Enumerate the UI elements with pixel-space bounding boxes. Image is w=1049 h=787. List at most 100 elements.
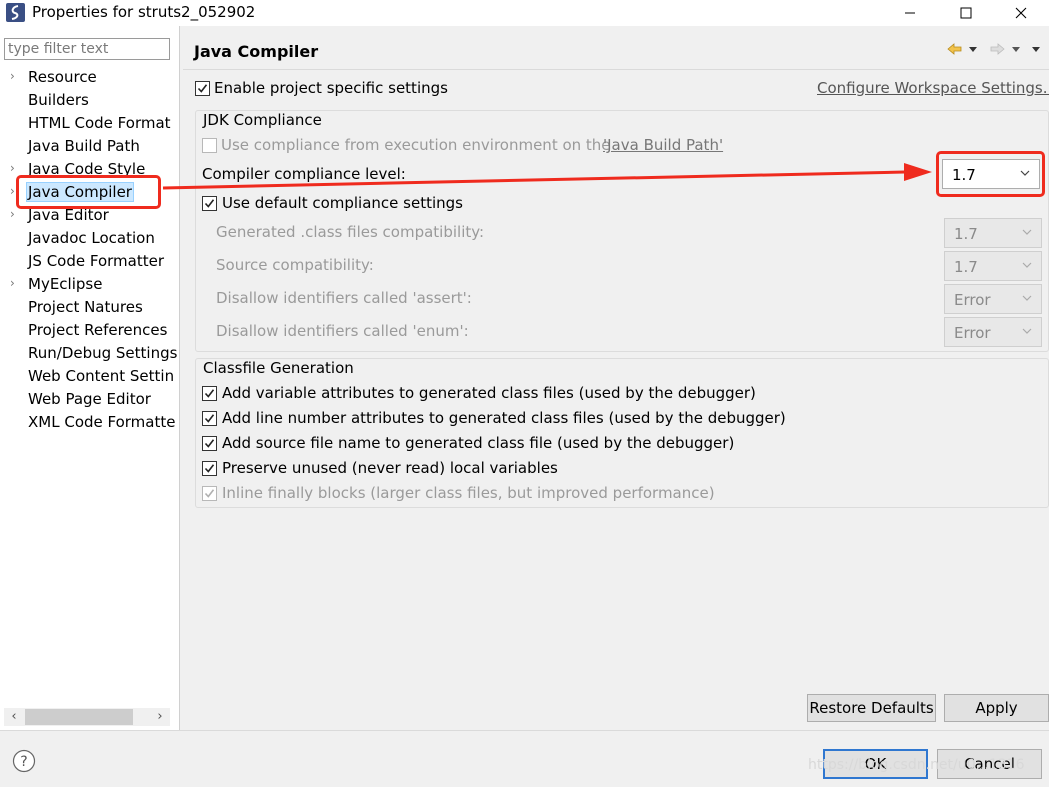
classfile-option-label: Add line number attributes to generated … bbox=[222, 409, 786, 427]
sidebar-item-label: Builders bbox=[28, 91, 89, 109]
sidebar-item[interactable]: Project References bbox=[0, 319, 179, 342]
classfile-option-label: Add source file name to generated class … bbox=[222, 434, 735, 452]
maximize-button[interactable] bbox=[938, 0, 994, 26]
page-title: Java Compiler bbox=[194, 42, 319, 61]
checkmark-icon bbox=[197, 84, 208, 93]
sidebar-item-label: MyEclipse bbox=[28, 275, 103, 293]
watermark: https://blog.csdn.net/u0...1316 bbox=[808, 757, 1025, 773]
sidebar-item[interactable]: Run/Debug Settings bbox=[0, 342, 179, 365]
sidebar-item[interactable]: JS Code Formatter bbox=[0, 250, 179, 273]
minimize-button[interactable] bbox=[882, 0, 938, 26]
checkmark-icon bbox=[204, 199, 215, 208]
sidebar-item-label: Java Build Path bbox=[28, 137, 140, 155]
chevron-right-icon[interactable]: › bbox=[10, 184, 15, 198]
sidebar-item-label: Run/Debug Settings bbox=[28, 344, 178, 362]
chevron-down-icon bbox=[1022, 229, 1032, 235]
eclipse-app-icon bbox=[6, 3, 25, 22]
footer-separator bbox=[0, 730, 1049, 731]
view-menu-chevron-down-icon[interactable] bbox=[1032, 47, 1040, 52]
close-button[interactable] bbox=[993, 0, 1049, 26]
generated-class-compat-select[interactable]: 1.7 bbox=[944, 218, 1042, 248]
sidebar-item[interactable]: Project Natures bbox=[0, 296, 179, 319]
sidebar-item[interactable]: Javadoc Location bbox=[0, 227, 179, 250]
annotation-highlight-nav-item bbox=[16, 175, 161, 209]
source-compat-select[interactable]: 1.7 bbox=[944, 251, 1042, 281]
back-arrow-icon[interactable] bbox=[947, 43, 962, 55]
classfile-generation-group-label: Classfile Generation bbox=[203, 359, 354, 377]
sidebar-item-label: Project Natures bbox=[28, 298, 143, 316]
sidebar-item[interactable]: XML Code Formatte bbox=[0, 411, 179, 434]
forward-arrow-icon[interactable] bbox=[990, 43, 1005, 55]
header-separator bbox=[183, 69, 1049, 70]
use-exec-env-label: Use compliance from execution environmen… bbox=[221, 136, 611, 154]
classfile-option-checkbox[interactable] bbox=[202, 436, 217, 451]
scroll-right-icon[interactable]: › bbox=[150, 708, 170, 726]
chevron-right-icon[interactable]: › bbox=[10, 69, 15, 83]
chevron-down-icon bbox=[1022, 262, 1032, 268]
classfile-option-checkbox[interactable] bbox=[202, 461, 217, 476]
checkmark-icon bbox=[204, 464, 215, 473]
source-compat-label: Source compatibility: bbox=[216, 256, 374, 274]
help-icon[interactable]: ? bbox=[12, 749, 36, 773]
classfile-option-label: Add variable attributes to generated cla… bbox=[222, 384, 756, 402]
sidebar-item-label: HTML Code Format bbox=[28, 114, 171, 132]
chevron-down-icon bbox=[1022, 328, 1032, 334]
checkmark-icon bbox=[204, 414, 215, 423]
classfile-option-label: Preserve unused (never read) local varia… bbox=[222, 459, 558, 477]
history-nav bbox=[944, 40, 1044, 58]
enable-project-settings-label: Enable project specific settings bbox=[214, 79, 448, 97]
sidebar-item[interactable]: Web Page Editor bbox=[0, 388, 179, 411]
horizontal-scrollbar[interactable]: ‹ › bbox=[4, 708, 170, 726]
configure-workspace-settings-link[interactable]: Configure Workspace Settings... bbox=[817, 79, 1049, 97]
minimize-icon bbox=[905, 12, 915, 14]
sidebar-item-label: Project References bbox=[28, 321, 168, 339]
sidebar-item[interactable]: Web Content Settin bbox=[0, 365, 179, 388]
scroll-thumb[interactable] bbox=[25, 709, 133, 725]
source-compat-value: 1.7 bbox=[954, 258, 978, 276]
chevron-right-icon[interactable]: › bbox=[10, 276, 15, 290]
maximize-icon bbox=[960, 7, 972, 19]
disallow-assert-select[interactable]: Error bbox=[944, 284, 1042, 314]
apply-button[interactable]: Apply bbox=[944, 694, 1049, 722]
sidebar-item-label: XML Code Formatte bbox=[28, 413, 176, 431]
sidebar-item[interactable]: HTML Code Format bbox=[0, 112, 179, 135]
sidebar-item[interactable]: Java Build Path bbox=[0, 135, 179, 158]
classfile-option-checkbox[interactable] bbox=[202, 486, 217, 501]
sidebar-item[interactable]: › MyEclipse bbox=[0, 273, 179, 296]
sidebar-item-label: Javadoc Location bbox=[28, 229, 155, 247]
use-default-compliance-label: Use default compliance settings bbox=[222, 194, 463, 212]
chevron-right-icon[interactable]: › bbox=[10, 161, 15, 175]
forward-menu-chevron-down-icon[interactable] bbox=[1012, 47, 1020, 52]
sidebar-item[interactable]: › Resource bbox=[0, 66, 179, 89]
enable-project-settings-checkbox[interactable] bbox=[195, 81, 210, 96]
disallow-enum-value: Error bbox=[954, 324, 991, 342]
checkmark-icon bbox=[204, 389, 215, 398]
sidebar-item-label: Web Page Editor bbox=[28, 390, 151, 408]
disallow-assert-value: Error bbox=[954, 291, 991, 309]
chevron-right-icon[interactable]: › bbox=[10, 207, 15, 221]
disallow-enum-select[interactable]: Error bbox=[944, 317, 1042, 347]
scroll-left-icon[interactable]: ‹ bbox=[4, 708, 24, 726]
sidebar-item[interactable]: Builders bbox=[0, 89, 179, 112]
sidebar-item-label: JS Code Formatter bbox=[28, 252, 165, 270]
generated-class-compat-value: 1.7 bbox=[954, 225, 978, 243]
classfile-option-checkbox[interactable] bbox=[202, 411, 217, 426]
jdk-compliance-group-label: JDK Compliance bbox=[203, 111, 322, 129]
java-build-path-link[interactable]: 'Java Build Path' bbox=[603, 136, 723, 154]
compliance-level-label: Compiler compliance level: bbox=[202, 165, 406, 183]
restore-defaults-button[interactable]: Restore Defaults bbox=[807, 694, 936, 722]
use-default-compliance-checkbox[interactable] bbox=[202, 196, 217, 211]
svg-text:?: ? bbox=[20, 754, 27, 770]
sidebar-item-label: Resource bbox=[28, 68, 97, 86]
generated-class-compat-label: Generated .class files compatibility: bbox=[216, 223, 485, 241]
classfile-option-checkbox[interactable] bbox=[202, 386, 217, 401]
left-nav-panel: › Resource Builders HTML Code Format Java Bu… bbox=[0, 26, 180, 730]
title-bar: Properties for struts2_052902 bbox=[0, 0, 1049, 26]
checkmark-icon bbox=[204, 489, 215, 498]
use-exec-env-checkbox[interactable] bbox=[202, 138, 217, 153]
chevron-down-icon bbox=[1022, 295, 1032, 301]
checkmark-icon bbox=[204, 439, 215, 448]
filter-input[interactable] bbox=[4, 38, 170, 60]
close-icon bbox=[1015, 7, 1027, 19]
back-menu-chevron-down-icon[interactable] bbox=[969, 47, 977, 52]
